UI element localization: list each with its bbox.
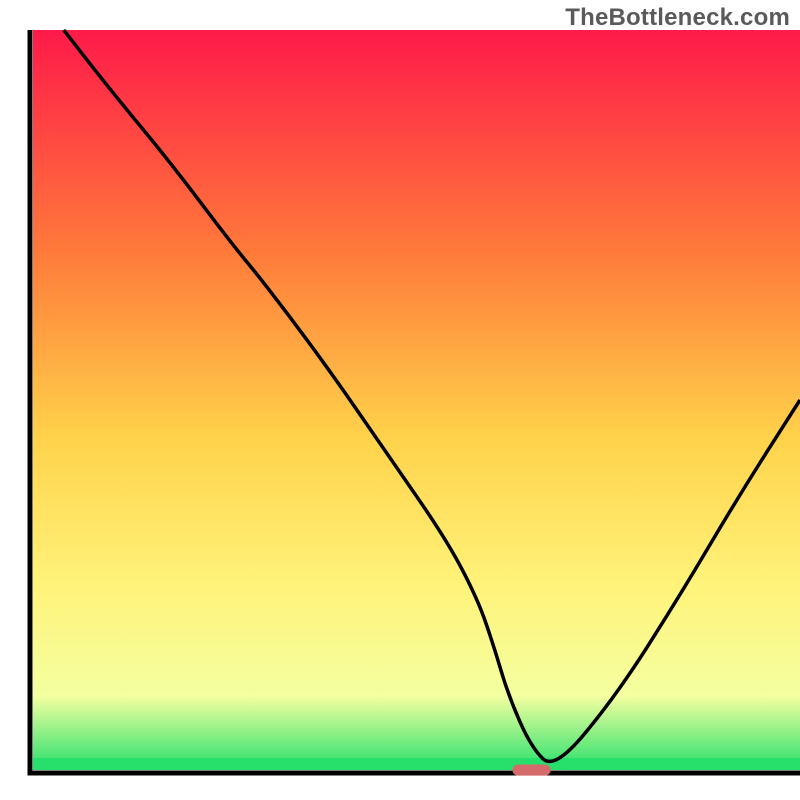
watermark-text: TheBottleneck.com bbox=[565, 4, 790, 32]
chart-bottom-band bbox=[33, 758, 800, 770]
chart-min-marker bbox=[512, 765, 550, 776]
chart-background bbox=[33, 30, 800, 770]
chart-svg bbox=[0, 0, 800, 800]
chart-container: TheBottleneck.com bbox=[0, 0, 800, 800]
